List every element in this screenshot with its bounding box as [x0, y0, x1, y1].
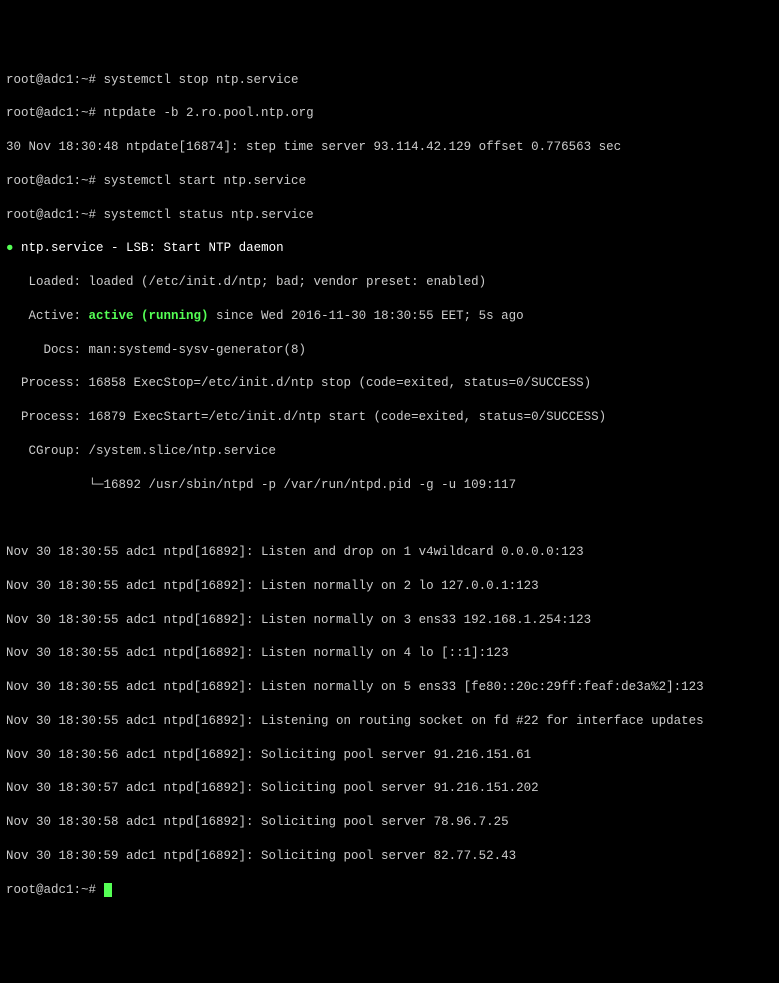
prompt: root@adc1:~# — [6, 73, 96, 87]
process-start-line: Process: 16879 ExecStart=/etc/init.d/ntp… — [6, 409, 773, 426]
prompt: root@adc1:~# — [6, 208, 96, 222]
log-line: Nov 30 18:30:55 adc1 ntpd[16892]: Listen… — [6, 578, 773, 595]
cgroup-child-line: └─16892 /usr/sbin/ntpd -p /var/run/ntpd.… — [6, 477, 773, 494]
log-line: Nov 30 18:30:55 adc1 ntpd[16892]: Listen… — [6, 544, 773, 561]
prompt: root@adc1:~# — [6, 106, 96, 120]
service-title: ntp.service - LSB: Start NTP daemon — [21, 241, 284, 255]
prompt: root@adc1:~# — [6, 883, 96, 897]
cursor-icon[interactable] — [104, 883, 112, 897]
command-start: systemctl start ntp.service — [104, 174, 307, 188]
process-stop-line: Process: 16858 ExecStop=/etc/init.d/ntp … — [6, 375, 773, 392]
log-line: Nov 30 18:30:56 adc1 ntpd[16892]: Solici… — [6, 747, 773, 764]
log-line: Nov 30 18:30:55 adc1 ntpd[16892]: Listen… — [6, 645, 773, 662]
command-ntpdate: ntpdate -b 2.ro.pool.ntp.org — [104, 106, 314, 120]
command-stop: systemctl stop ntp.service — [104, 73, 299, 87]
prompt: root@adc1:~# — [6, 174, 96, 188]
docs-line: Docs: man:systemd-sysv-generator(8) — [6, 342, 773, 359]
active-label: Active: — [6, 309, 89, 323]
log-line: Nov 30 18:30:55 adc1 ntpd[16892]: Listen… — [6, 679, 773, 696]
log-line: Nov 30 18:30:57 adc1 ntpd[16892]: Solici… — [6, 780, 773, 797]
cgroup-line: CGroup: /system.slice/ntp.service — [6, 443, 773, 460]
status-bullet-icon: ● — [6, 241, 14, 255]
command-status: systemctl status ntp.service — [104, 208, 314, 222]
log-line: Nov 30 18:30:58 adc1 ntpd[16892]: Solici… — [6, 814, 773, 831]
active-value: active (running) — [89, 309, 209, 323]
log-line: Nov 30 18:30:55 adc1 ntpd[16892]: Listen… — [6, 713, 773, 730]
output-ntpdate: 30 Nov 18:30:48 ntpdate[16874]: step tim… — [6, 139, 773, 156]
active-rest: since Wed 2016-11-30 18:30:55 EET; 5s ag… — [209, 309, 524, 323]
log-line: Nov 30 18:30:55 adc1 ntpd[16892]: Listen… — [6, 612, 773, 629]
loaded-line: Loaded: loaded (/etc/init.d/ntp; bad; ve… — [6, 274, 773, 291]
log-line: Nov 30 18:30:59 adc1 ntpd[16892]: Solici… — [6, 848, 773, 865]
